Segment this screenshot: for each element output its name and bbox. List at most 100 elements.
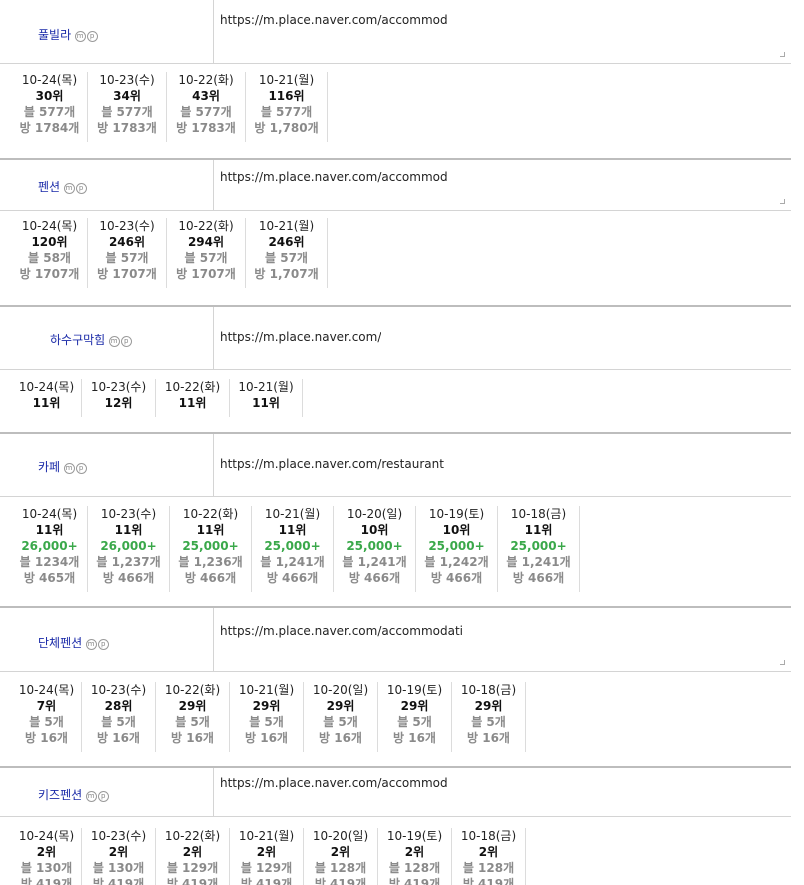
resize-handle-icon[interactable] [780, 660, 785, 665]
day-blog-count: 블 577개 [180, 105, 232, 119]
day-date: 10-21(월) [238, 683, 295, 697]
day-date: 10-18(금) [510, 507, 567, 521]
keyword-label: 키즈펜션 [38, 788, 83, 802]
day-cell: 10-22(화) 294위 블 57개 방 1707개 [167, 218, 246, 288]
day-rank: 2위 [182, 845, 203, 859]
day-rank: 246위 [268, 235, 305, 249]
day-rank: 11위 [252, 396, 280, 410]
daily-stats-row: 10-24(목) 120위 블 58개 방 1707개 10-23(수) 246… [0, 218, 791, 288]
day-date: 10-21(월) [258, 219, 315, 233]
day-rank: 29위 [252, 699, 281, 713]
day-cell: 10-22(화) 11위 [156, 379, 230, 417]
section-header: 하수구막힘mp https://m.place.naver.com/pla [0, 307, 791, 370]
day-cell: 10-21(월) 246위 블 57개 방 1,707개 [246, 218, 328, 288]
day-rank: 11위 [524, 523, 553, 537]
day-room-count: 방 16개 [25, 731, 68, 745]
day-blog-count: 블 1,242개 [424, 555, 489, 569]
day-rank: 34위 [113, 89, 141, 103]
day-rank: 7위 [36, 699, 57, 713]
day-blog-count: 블 128개 [314, 861, 367, 875]
day-blog-count: 블 1,236개 [178, 555, 243, 569]
keyword-cell: 키즈펜션 m p [0, 768, 214, 816]
keyword-cell: 하수구막힘 m p [0, 307, 214, 369]
daily-stats-row: 10-24(목) 30위 블 577개 방 1784개 10-23(수) 34위… [0, 72, 791, 142]
day-room-count: 방 16개 [467, 731, 510, 745]
day-rank: 11위 [35, 523, 64, 537]
day-room-count: 방 466개 [184, 571, 237, 585]
day-date: 10-21(월) [258, 73, 315, 87]
day-cell: 10-19(토) 2위 블 128개 방 419개 [378, 828, 452, 885]
keyword-link[interactable]: 펜션 m p [38, 178, 88, 195]
url-field[interactable]: https://m.place.naver.com/accommodation/ [214, 608, 791, 671]
day-room-count: 방 1707개 [97, 267, 157, 281]
day-rank: 2위 [330, 845, 351, 859]
day-blog-count: 블 57개 [265, 251, 308, 265]
keyword-link[interactable]: 단체펜션 m p [38, 634, 110, 651]
day-rank: 11위 [114, 523, 143, 537]
day-room-count: 방 1,780개 [254, 121, 319, 135]
day-visit-count: 25,000+ [264, 539, 321, 553]
day-date: 10-21(월) [238, 380, 294, 394]
day-date: 10-22(화) [164, 683, 221, 697]
day-room-count: 방 1707개 [19, 267, 80, 281]
day-rank: 2위 [256, 845, 277, 859]
url-field[interactable]: https://m.place.naver.com/accommodatio [214, 768, 791, 816]
day-room-count: 방 466개 [430, 571, 483, 585]
day-date: 10-20(일) [312, 829, 369, 843]
day-cell: 10-21(월) 2위 블 129개 방 419개 [230, 828, 304, 885]
keyword-section-cafe: 카페 m p https://m.place.naver.com/restauran… [0, 434, 791, 606]
day-date: 10-22(화) [178, 219, 234, 233]
url-field[interactable]: https://m.place.naver.com/accommodatio [214, 160, 791, 210]
day-date: 10-24(목) [18, 380, 75, 394]
day-cell: 10-20(일) 10위 25,000+ 블 1,241개 방 466개 [334, 506, 416, 592]
keyword-label: 하수구막힘 [50, 333, 106, 347]
day-cell: 10-24(목) 11위 26,000+ 블 1234개 방 465개 [12, 506, 88, 592]
keyword-link[interactable]: 하수구막힘 m p [50, 331, 133, 348]
keyword-link[interactable]: 카페 m p [38, 458, 88, 475]
day-rank: 2위 [478, 845, 499, 859]
day-blog-count: 블 130개 [20, 861, 73, 875]
keyword-link[interactable]: 풀빌라 m p [38, 26, 99, 43]
resize-handle-icon[interactable] [780, 52, 785, 57]
url-field[interactable]: https://m.place.naver.com/pla [214, 307, 791, 369]
day-date: 10-24(목) [18, 683, 75, 697]
keyword-cell: 카페 m p [0, 434, 214, 496]
day-room-count: 방 16개 [393, 731, 436, 745]
day-room-count: 방 1783개 [176, 121, 236, 135]
day-blog-count: 블 5개 [323, 715, 358, 729]
keyword-section-pool-villa: 풀빌라 m p https://m.place.naver.com/accommod… [0, 0, 791, 158]
day-rank: 10위 [360, 523, 389, 537]
url-field[interactable]: https://m.place.naver.com/restaurant [214, 434, 791, 496]
day-date: 10-19(토) [386, 683, 443, 697]
day-blog-count: 블 1,241개 [506, 555, 571, 569]
keyword-label: 펜션 [38, 180, 61, 194]
keyword-section-pension: 펜션 m p https://m.place.naver.com/accommoda… [0, 160, 791, 305]
day-date: 10-23(수) [99, 219, 155, 233]
day-cell: 10-24(목) 2위 블 130개 방 419개 [12, 828, 82, 885]
day-date: 10-24(목) [18, 829, 75, 843]
day-cell: 10-18(금) 2위 블 128개 방 419개 [452, 828, 526, 885]
day-date: 10-24(목) [21, 507, 78, 521]
keyword-label: 풀빌라 [38, 28, 72, 42]
day-rank: 29위 [400, 699, 429, 713]
keyword-link[interactable]: 키즈펜션 m p [38, 786, 110, 803]
day-rank: 2위 [36, 845, 57, 859]
day-room-count: 방 1784개 [19, 121, 80, 135]
day-date: 10-23(수) [90, 829, 147, 843]
day-date: 10-19(토) [428, 507, 485, 521]
url-field[interactable]: https://m.place.naver.com/accommodatio [214, 0, 791, 63]
day-cell: 10-19(토) 10위 25,000+ 블 1,242개 방 466개 [416, 506, 498, 592]
day-visit-count: 25,000+ [510, 539, 567, 553]
day-blog-count: 블 5개 [175, 715, 210, 729]
day-rank: 28위 [104, 699, 133, 713]
day-rank: 11위 [32, 396, 61, 410]
keyword-cell: 풀빌라 m p [0, 0, 214, 63]
rank-tracker-page: 풀빌라 m p https://m.place.naver.com/accommod… [0, 0, 804, 885]
day-room-count: 방 419개 [314, 877, 367, 885]
day-blog-count: 블 5개 [29, 715, 64, 729]
day-blog-count: 블 128개 [388, 861, 441, 875]
day-blog-count: 블 129개 [240, 861, 293, 875]
day-room-count: 방 419개 [92, 877, 145, 885]
resize-handle-icon[interactable] [780, 199, 785, 204]
day-rank: 30위 [35, 89, 64, 103]
